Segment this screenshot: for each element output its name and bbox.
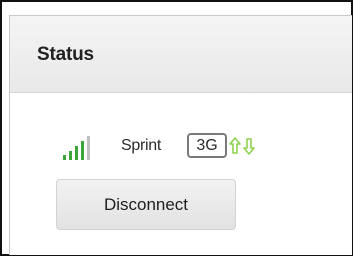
connection-status: Sprint 3G: [63, 133, 303, 163]
disconnect-button[interactable]: Disconnect: [56, 179, 236, 230]
panel-title: Status: [37, 44, 94, 65]
carrier-name: Sprint: [121, 137, 161, 154]
network-type-badge: 3G: [187, 133, 227, 158]
panel-header: Status: [10, 16, 352, 93]
status-window: Status Sprint 3G Disconnect: [0, 0, 353, 256]
up-down-arrows-icon: [229, 137, 255, 155]
status-panel: Status Sprint 3G Disconnect: [9, 15, 352, 255]
signal-bars-icon: [63, 136, 90, 160]
